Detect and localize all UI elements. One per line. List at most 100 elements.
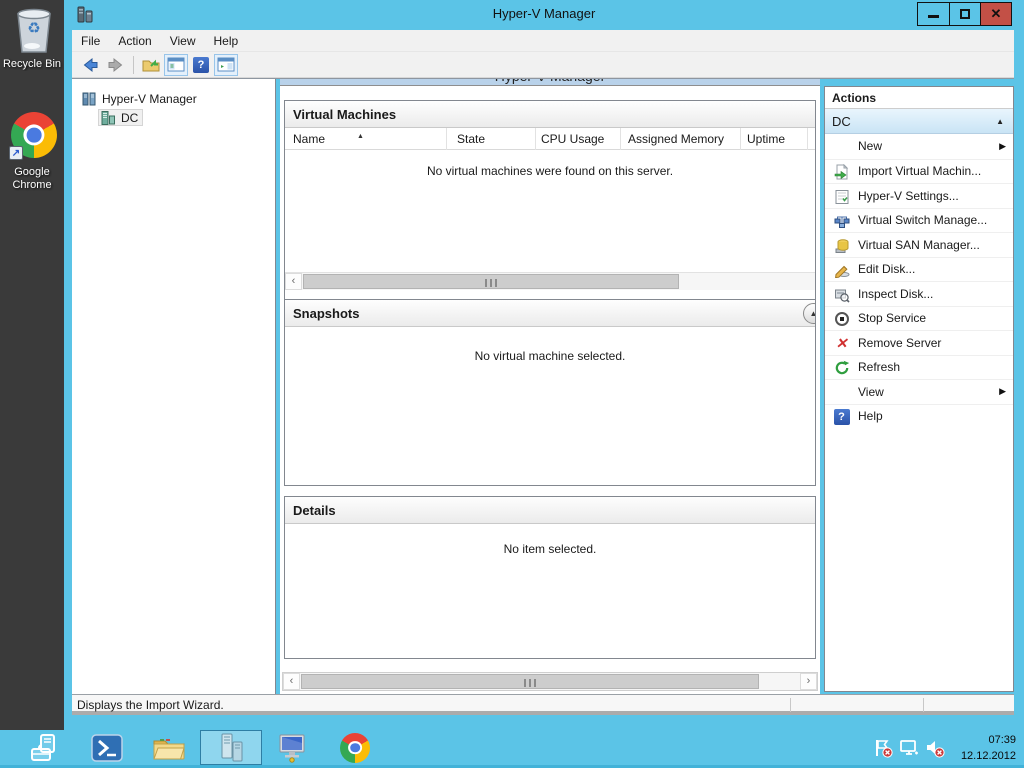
scroll-right-button[interactable]: › [800, 673, 817, 690]
menu-help[interactable]: Help [205, 30, 248, 52]
powershell-icon [91, 734, 123, 762]
maximize-button[interactable] [949, 3, 980, 25]
taskbar-hyperv-manager-button[interactable] [200, 730, 262, 765]
title-bar[interactable]: Hyper-V Manager ✕ [64, 0, 1024, 30]
action-stop-service[interactable]: Stop Service [825, 306, 1013, 331]
window-controls: ✕ [917, 2, 1012, 26]
action-edit-disk[interactable]: Edit Disk... [825, 257, 1013, 282]
action-virtual-san-manager[interactable]: Virtual SAN Manager... [825, 232, 1013, 257]
submenu-arrow-icon: ▶ [999, 386, 1006, 397]
snapshots-empty-area: No virtual machine selected. [285, 327, 815, 363]
action-help[interactable]: ? Help [825, 404, 1013, 429]
scrollbar-thumb[interactable] [303, 274, 679, 289]
menu-action[interactable]: Action [109, 30, 160, 52]
tray-volume-icon[interactable] [924, 737, 946, 759]
column-state[interactable]: State [457, 132, 485, 146]
stop-service-icon [833, 311, 850, 328]
actions-group-header[interactable]: DC ▲ [825, 109, 1013, 134]
vm-column-headers: Name ▲ State CPU Usage Assigned Memory U… [285, 128, 815, 150]
clock-time: 07:39 [944, 732, 1016, 748]
menu-file[interactable]: File [72, 30, 109, 52]
shortcut-arrow-icon: ↗ [9, 146, 23, 160]
tray-flag-icon[interactable] [872, 737, 894, 759]
hyperv-manager-icon [82, 92, 97, 106]
virtual-machines-panel: Virtual Machines Name ▲ State CPU Usage … [284, 100, 816, 312]
action-new[interactable]: New ▶ [825, 134, 1013, 159]
help-icon: ? [193, 57, 209, 73]
action-hyperv-settings[interactable]: Hyper-V Settings... [825, 183, 1013, 208]
action-inspect-disk[interactable]: Inspect Disk... [825, 281, 1013, 306]
svg-text:♻: ♻ [27, 20, 40, 37]
action-pane-icon [217, 57, 235, 72]
help-icon: ? [833, 409, 850, 426]
virtual-san-icon [833, 237, 850, 254]
taskbar-file-explorer-button[interactable] [138, 730, 200, 765]
tray-clock[interactable]: 07:39 12.12.2012 [944, 732, 1016, 764]
console-tree-toggle-button[interactable] [164, 54, 188, 76]
action-refresh[interactable]: Refresh [825, 355, 1013, 380]
recycle-bin-icon[interactable]: ♻ [10, 6, 58, 56]
hyperv-settings-icon [833, 188, 850, 205]
action-virtual-switch-manager[interactable]: Virtual Switch Manage... [825, 208, 1013, 233]
chrome-icon [340, 733, 370, 763]
center-horizontal-scrollbar[interactable]: ‹ › [282, 672, 818, 691]
remove-server-icon: ✕ [833, 335, 850, 352]
close-button[interactable]: ✕ [980, 3, 1011, 25]
server-dc-icon [101, 111, 116, 125]
vm-list-empty-area: No virtual machines were found on this s… [285, 150, 815, 272]
recycle-bin-label: Recycle Bin [1, 58, 63, 71]
tree-item-hyperv-manager[interactable]: Hyper-V Manager [82, 90, 197, 107]
column-name[interactable]: Name [293, 132, 325, 146]
close-icon: ✕ [981, 6, 1011, 22]
scrollbar-thumb[interactable] [301, 674, 759, 689]
vm-horizontal-scrollbar[interactable]: ‹ [285, 272, 815, 290]
screen: ♻ Recycle Bin ↗ Google Chrome Hyper-V Ma… [0, 0, 1024, 768]
actions-group-label: DC [832, 114, 851, 129]
snapshots-empty-message: No virtual machine selected. [285, 349, 815, 363]
edit-disk-icon [833, 262, 850, 279]
scroll-left-button[interactable]: ‹ [283, 673, 300, 690]
details-empty-area: No item selected. [285, 524, 815, 556]
taskbar-server-manager-button[interactable] [14, 730, 76, 765]
taskbar-powershell-button[interactable] [76, 730, 138, 765]
snapshots-panel: Snapshots ▲ No virtual machine selected. [284, 299, 816, 486]
toolbar-help-button[interactable]: ? [189, 54, 213, 76]
chrome-desktop-icon[interactable]: ↗ [11, 112, 57, 158]
column-assigned-memory[interactable]: Assigned Memory [628, 132, 724, 146]
toolbar-separator [133, 56, 134, 74]
clipped-pane-title: Hyper-V Manager [280, 79, 820, 86]
center-pane: Hyper-V Manager Virtual Machines Name ▲ … [280, 79, 820, 694]
action-pane-toggle-button[interactable] [214, 54, 238, 76]
actions-pane: Actions DC ▲ New ▶ Import Virtual Machin… [824, 86, 1014, 692]
export-list-button[interactable] [139, 54, 163, 76]
action-remove-server[interactable]: ✕ Remove Server [825, 330, 1013, 355]
collapse-group-icon[interactable]: ▲ [996, 109, 1004, 134]
window-title: Hyper-V Manager [64, 6, 1024, 21]
tree-server-label: DC [121, 111, 138, 125]
action-import-virtual-machine[interactable]: Import Virtual Machin... [825, 159, 1013, 184]
column-uptime[interactable]: Uptime [747, 132, 785, 146]
menu-view[interactable]: View [161, 30, 205, 52]
hyperv-manager-icon [214, 733, 248, 763]
inspect-disk-icon [833, 286, 850, 303]
submenu-arrow-icon: ▶ [999, 141, 1006, 152]
tree-item-dc[interactable]: DC [98, 109, 143, 126]
toolbar: ? [72, 52, 1014, 78]
tray-network-icon[interactable] [898, 737, 920, 759]
file-explorer-icon [152, 734, 186, 762]
taskbar-remote-desktop-button[interactable] [262, 730, 324, 765]
hyperv-manager-window: Hyper-V Manager ✕ File Action View Help [64, 0, 1024, 730]
action-view[interactable]: View ▶ [825, 379, 1013, 404]
minimize-button[interactable] [918, 3, 949, 25]
snapshots-header: Snapshots ▲ [285, 300, 815, 327]
virtual-machines-header: Virtual Machines [285, 101, 815, 128]
scroll-left-button[interactable]: ‹ [285, 273, 302, 290]
taskbar-chrome-button[interactable] [324, 730, 386, 765]
console-tree-pane: Hyper-V Manager DC [72, 79, 276, 694]
forward-button[interactable] [103, 54, 127, 76]
back-arrow-icon [81, 56, 100, 74]
snapshots-collapse-button[interactable]: ▲ [803, 303, 815, 324]
import-vm-icon [833, 164, 850, 181]
column-cpu-usage[interactable]: CPU Usage [541, 132, 604, 146]
back-button[interactable] [78, 54, 102, 76]
